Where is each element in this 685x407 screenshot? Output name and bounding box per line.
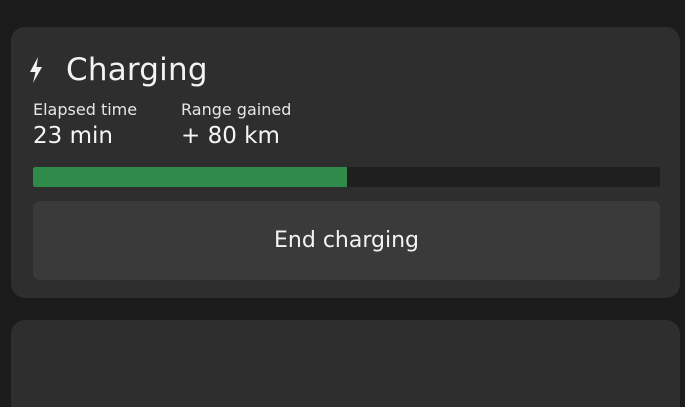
charging-header: Charging [28,48,208,92]
charging-title: Charging [66,52,208,88]
elapsed-time-label: Elapsed time [33,100,138,119]
lightning-bolt-icon [30,57,42,83]
elapsed-time-value: 23 min [33,123,113,149]
range-gained-label: Range gained [181,100,292,119]
range-gained-value: + 80 km [181,123,280,149]
charging-progress-bar [33,167,660,187]
range-gained-stat: Range gained + 80 km [181,99,291,151]
charging-progress-fill [33,167,347,187]
secondary-card [11,320,680,407]
charging-screen: Charging Elapsed time 23 min Range gaine… [0,0,685,407]
elapsed-time-stat: Elapsed time 23 min [33,99,137,151]
end-charging-button[interactable]: End charging [33,201,660,280]
